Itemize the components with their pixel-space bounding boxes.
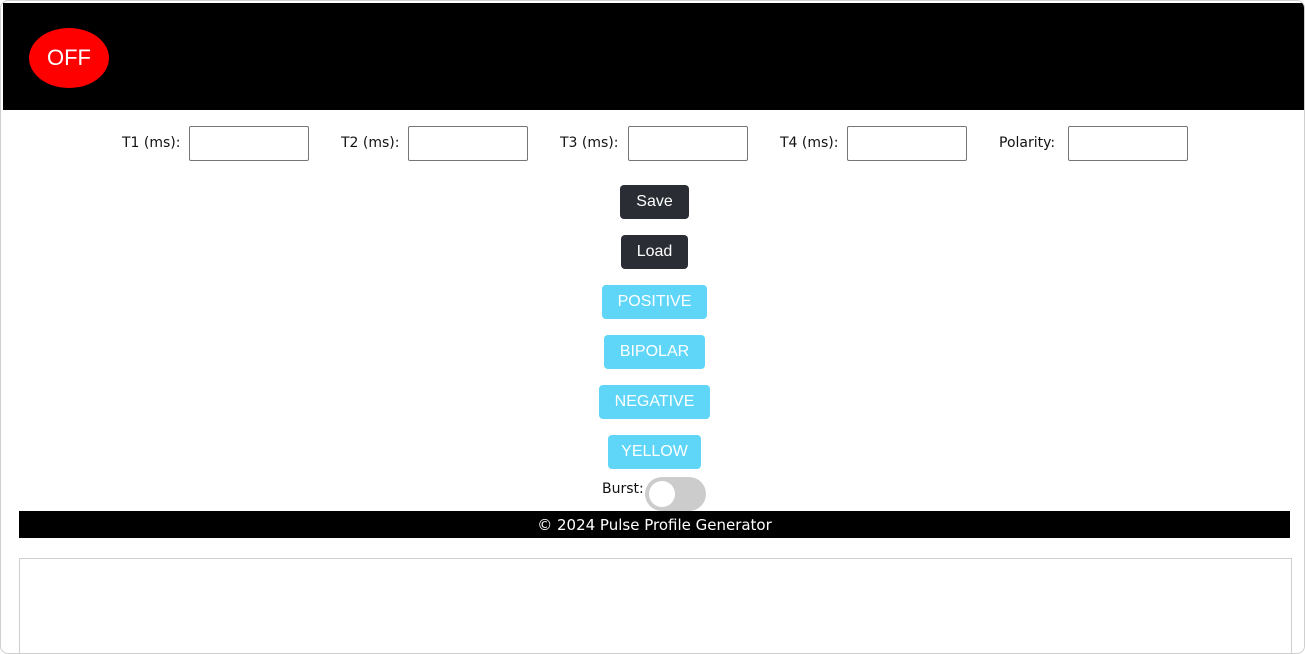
t3-label: T3 (ms): [560,135,619,151]
load-button[interactable]: Load [621,235,688,269]
header-bar: OFF [3,3,1304,110]
t4-input[interactable] [847,126,967,161]
power-toggle-button[interactable]: OFF [29,28,109,88]
t4-label: T4 (ms): [780,135,839,151]
polarity-label: Polarity: [999,135,1056,151]
t2-input[interactable] [408,126,528,161]
footer-text: © 2024 Pulse Profile Generator [537,515,772,534]
burst-toggle[interactable] [645,477,706,511]
positive-button[interactable]: POSITIVE [602,285,707,319]
output-panel [19,558,1292,653]
yellow-button[interactable]: YELLOW [608,435,701,469]
bipolar-button[interactable]: BIPOLAR [604,335,705,369]
negative-button[interactable]: NEGATIVE [599,385,710,419]
burst-label: Burst: [602,481,644,497]
app-window: OFF T1 (ms): T2 (ms): T3 (ms): T4 (ms): … [0,0,1305,654]
polarity-input[interactable] [1068,126,1188,161]
t3-input[interactable] [628,126,748,161]
save-button[interactable]: Save [620,185,689,219]
t1-label: T1 (ms): [122,135,181,151]
footer: © 2024 Pulse Profile Generator [19,511,1290,538]
t1-input[interactable] [189,126,309,161]
t2-label: T2 (ms): [341,135,400,151]
toggle-knob [649,481,675,507]
